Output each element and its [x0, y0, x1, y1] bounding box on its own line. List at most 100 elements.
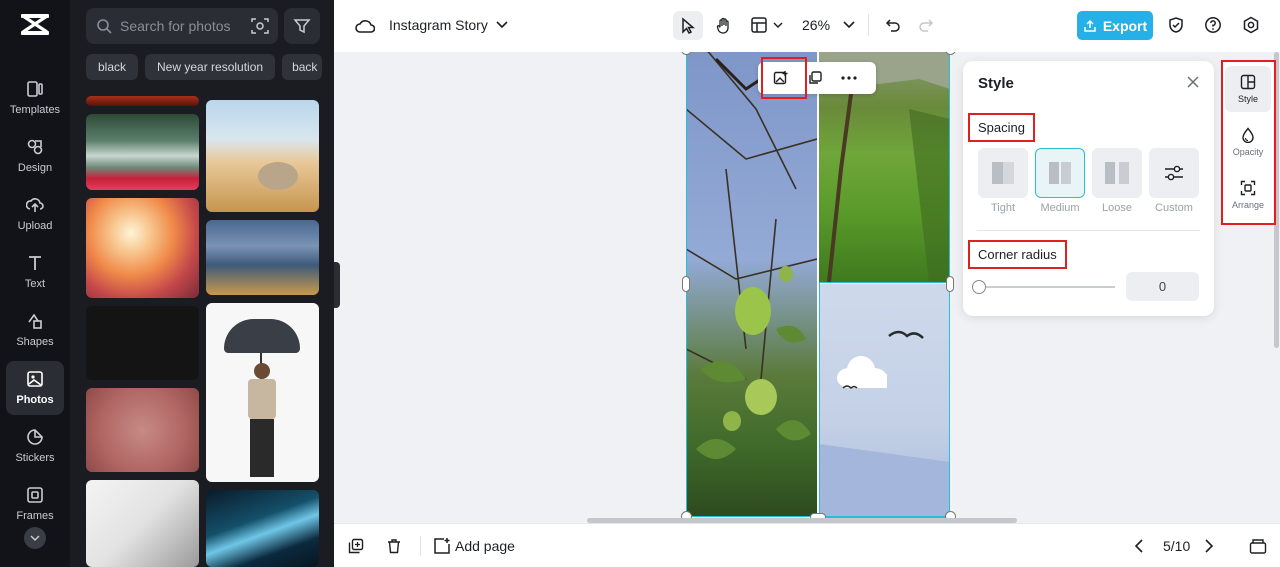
add-page-button[interactable]: Add page — [455, 538, 515, 554]
photo-search-box[interactable] — [86, 8, 278, 44]
shield-button[interactable] — [1165, 14, 1187, 36]
gear-icon — [1243, 16, 1259, 34]
rail-item-frames[interactable]: Frames — [6, 477, 64, 531]
spacing-option-tight[interactable] — [978, 148, 1028, 198]
delete-page-button[interactable] — [384, 536, 404, 556]
rail-label: Shapes — [16, 336, 54, 348]
export-button[interactable]: Export — [1077, 11, 1153, 40]
resize-handle-right[interactable] — [946, 276, 954, 292]
rail-item-shapes[interactable]: Shapes — [6, 303, 64, 357]
more-tools-button[interactable] — [24, 527, 46, 549]
rail-tab-arrange[interactable]: Arrange — [1225, 172, 1271, 218]
select-tool-button[interactable] — [673, 11, 703, 40]
cell-selection-outline — [819, 282, 950, 518]
spacing-option-label: Tight — [990, 202, 1016, 214]
photo-thumbnail-pink-texture[interactable] — [86, 388, 199, 472]
export-icon — [1084, 19, 1096, 32]
chip-black[interactable]: black — [86, 54, 139, 80]
photo-thumbnail-blue-wave[interactable] — [206, 490, 319, 567]
hand-tool-button[interactable] — [711, 11, 737, 40]
search-input[interactable] — [120, 18, 240, 34]
opacity-icon — [1242, 127, 1254, 143]
shapes-icon — [28, 313, 42, 329]
rail-label: Stickers — [15, 452, 55, 464]
rail-item-templates[interactable]: Templates — [6, 71, 64, 125]
duplicate-button[interactable] — [804, 68, 826, 88]
settings-button[interactable] — [1240, 14, 1262, 36]
more-options-button[interactable] — [838, 68, 860, 88]
rail-tab-style[interactable]: Style — [1225, 66, 1271, 112]
photo-thumbnail-fire[interactable] — [86, 96, 199, 106]
duplicate-icon — [809, 71, 822, 84]
page-indicator: 5/10 — [1163, 538, 1191, 554]
chip-new-year-resolution[interactable]: New year resolution — [145, 54, 276, 80]
rail-item-design[interactable]: Design — [6, 129, 64, 183]
photo-thumbnail-beach-stone[interactable] — [206, 100, 319, 212]
rail-item-stickers[interactable]: Stickers — [6, 419, 64, 473]
bottom-divider — [420, 536, 421, 556]
zoom-chevron-down-icon[interactable] — [842, 17, 856, 33]
page-manager-button[interactable] — [1248, 536, 1268, 556]
upload-icon — [26, 198, 44, 212]
help-button[interactable] — [1202, 14, 1224, 36]
spacing-option-custom[interactable] — [1149, 148, 1199, 198]
zoom-level[interactable]: 26% — [802, 17, 830, 33]
layout-dropdown-button[interactable] — [748, 13, 786, 37]
photo-thumbnail-umbrella-money[interactable] — [206, 303, 319, 482]
rail-tab-label: Arrange — [1231, 200, 1265, 210]
element-floating-toolbar — [758, 62, 876, 94]
photo-thumbnail-fountain[interactable] — [86, 114, 199, 190]
right-property-rail: Style Opacity Arrange — [1221, 60, 1276, 225]
resize-handle-left[interactable] — [682, 276, 690, 292]
rail-item-text[interactable]: Text — [6, 245, 64, 299]
collapse-panel-toggle[interactable] — [334, 262, 340, 308]
rail-tab-label: Style — [1237, 94, 1258, 104]
rail-tab-label: Opacity — [1232, 147, 1264, 157]
style-panel-title: Style — [978, 75, 1014, 92]
arrange-icon — [1240, 180, 1256, 196]
title-chevron-down-icon[interactable] — [495, 17, 509, 33]
corner-radius-input[interactable] — [1126, 272, 1199, 301]
spacing-label: Spacing — [968, 113, 1035, 142]
previous-page-button[interactable] — [1130, 536, 1148, 556]
shield-icon — [1169, 17, 1183, 33]
search-icon — [97, 19, 112, 34]
photos-icon — [27, 371, 43, 387]
capcut-logo-icon[interactable] — [20, 12, 50, 38]
spacing-option-label: Medium — [1040, 202, 1080, 214]
rail-label: Frames — [16, 510, 54, 522]
spacing-option-medium[interactable] — [1035, 148, 1085, 198]
photo-thumbnail-city[interactable] — [206, 220, 319, 295]
next-page-button[interactable] — [1200, 536, 1218, 556]
spacing-medium-icon — [1049, 162, 1071, 184]
duplicate-page-button[interactable] — [346, 536, 366, 556]
close-style-panel-button[interactable] — [1186, 75, 1200, 94]
filter-button[interactable] — [284, 8, 320, 44]
undo-button[interactable] — [882, 14, 904, 36]
chip-back[interactable]: back — [282, 54, 323, 80]
corner-radius-slider-knob[interactable] — [972, 280, 986, 294]
rail-tab-opacity[interactable]: Opacity — [1225, 119, 1271, 165]
redo-button[interactable] — [915, 14, 937, 36]
photo-thumbnail-portrait[interactable] — [86, 480, 199, 567]
spacing-option-loose[interactable] — [1092, 148, 1142, 198]
filter-icon — [293, 19, 311, 34]
stickers-icon — [27, 429, 43, 445]
image-search-icon[interactable] — [250, 16, 270, 36]
rail-label: Templates — [9, 104, 61, 116]
photo-thumbnail-heart-sunset[interactable] — [86, 198, 199, 298]
rail-label: Upload — [17, 220, 53, 232]
collage-cell-fruit-branches[interactable] — [686, 52, 817, 517]
replace-image-button[interactable] — [770, 68, 792, 88]
trash-icon — [388, 539, 400, 554]
document-title[interactable]: Instagram Story — [389, 17, 488, 33]
rail-item-photos[interactable]: Photos — [6, 361, 64, 415]
photo-thumbnail-dark-texture[interactable] — [86, 306, 199, 380]
rail-item-upload[interactable]: Upload — [6, 187, 64, 241]
text-icon — [29, 256, 41, 270]
corner-radius-slider-track[interactable] — [978, 286, 1115, 288]
cloud-save-icon[interactable] — [354, 15, 376, 37]
add-page-icon[interactable] — [432, 536, 452, 556]
spacing-option-label: Loose — [1102, 202, 1132, 214]
spacing-tight-icon — [992, 162, 1014, 184]
